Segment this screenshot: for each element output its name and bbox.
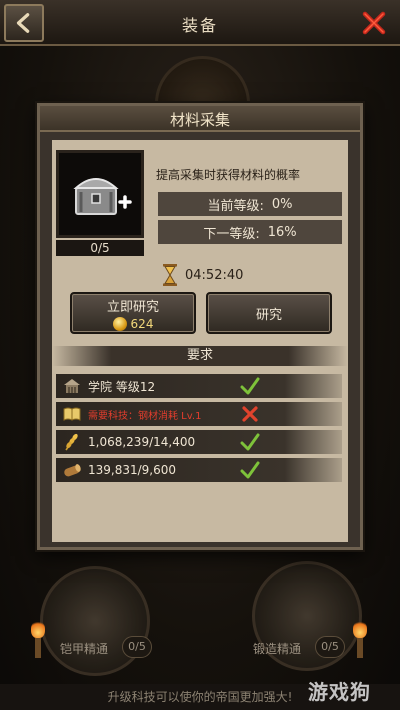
close-icon[interactable] [360,9,388,37]
checkmark-icon [240,377,260,395]
research-description: 提高采集时获得材料的概率 [156,168,301,182]
top-bar: 装备 [0,0,400,46]
armor-mastery-node[interactable] [40,566,150,676]
requirement-text: 1,068,239/14,400 [88,435,196,449]
research-button-label: 研究 [255,307,282,323]
dialog-body: 0/5 提高采集时获得材料的概率 当前等级: 0% 下一等级: 16% 04:5… [52,140,348,542]
treasure-chest-icon [73,178,132,215]
current-level-value: 0% [271,196,293,212]
forge-mastery-count: 0/5 [315,636,345,658]
next-level-label: 下一等级: [203,226,260,242]
academy-icon [64,379,80,393]
requirement-row: 139,831/9,600 [56,458,342,482]
next-level-row: 下一等级: 16% [158,220,342,244]
requirement-row: 学院 等级12 [56,374,342,398]
scroll-book-icon [63,407,81,421]
instant-research-button[interactable]: 立即研究 624 [70,292,196,334]
watermark: 游戏狗 [308,680,371,704]
grain-icon [65,433,78,451]
armor-mastery-count: 0/5 [122,636,152,658]
checkmark-icon [240,433,260,451]
requirement-row: 1,068,239/14,400 [56,430,342,454]
item-level-count: 0/5 [56,240,144,256]
requirement-text: 需要科技：钢材消耗 Lv.1 [88,410,202,422]
hourglass-icon [163,264,177,286]
current-level-label: 当前等级: [207,198,264,214]
window-title: 装备 [181,16,218,35]
dialog-title: 材料采集 [169,111,230,129]
instant-research-cost-value: 624 [130,316,154,331]
research-button[interactable]: 研究 [206,292,332,334]
current-level-row: 当前等级: 0% [158,192,342,216]
forge-mastery-label: 锻造精通 [253,642,302,656]
requirement-text: 学院 等级12 [88,379,156,394]
armor-mastery-label: 铠甲精通 [60,642,109,656]
cross-icon [242,406,258,422]
torch-icon [30,620,46,660]
gold-coin-icon [112,316,127,331]
next-level-value: 16% [267,224,297,240]
requirements-header: 要求 [52,346,348,366]
requirement-text: 139,831/9,600 [88,463,177,477]
research-timer: 04:52:40 [185,268,244,283]
torch-icon [352,620,368,660]
item-frame[interactable] [56,150,144,238]
instant-research-label: 立即研究 [106,299,159,315]
research-dialog: 材料采集 0/5 提高采集时获得材料的概率 当前等级: 0% 下一等级: 16% [37,103,363,550]
requirement-row[interactable]: 需要科技：钢材消耗 Lv.1 [56,402,342,426]
instant-research-cost: 624 [112,316,154,331]
wood-log-icon [64,464,81,477]
checkmark-icon [240,461,260,479]
dialog-header: 材料采集 [40,106,360,132]
